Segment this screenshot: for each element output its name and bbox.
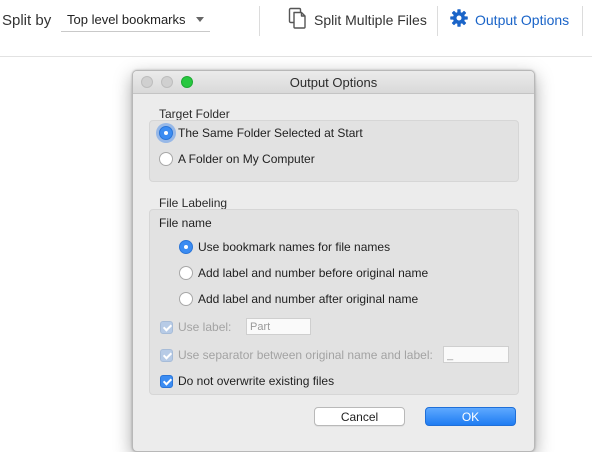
radio-button[interactable] (159, 152, 173, 166)
split-multiple-files-button[interactable]: Split Multiple Files (288, 7, 427, 34)
radio-label: The Same Folder Selected at Start (178, 126, 363, 140)
use-separator-checkbox[interactable] (160, 348, 173, 362)
radio-label-before-name[interactable]: Add label and number before original nam… (179, 266, 428, 280)
radio-button[interactable] (159, 126, 173, 140)
ok-button[interactable]: OK (425, 407, 516, 426)
toolbar: Split by Top level bookmarks Split Multi… (0, 0, 592, 46)
split-by-label: Split by (2, 12, 52, 29)
gear-icon (449, 8, 469, 33)
dialog-titlebar: Output Options (133, 71, 534, 94)
toolbar-divider (259, 6, 260, 36)
output-options-button[interactable]: Output Options (449, 8, 569, 32)
radio-label: Add label and number before original nam… (198, 266, 429, 280)
radio-button[interactable] (179, 240, 193, 254)
use-label-text: Use label: (178, 320, 232, 334)
use-separator-text: Use separator between original name and … (178, 348, 433, 362)
separator-input[interactable] (443, 346, 509, 363)
radio-folder-on-computer[interactable]: A Folder on My Computer (159, 152, 315, 166)
radio-label-after-name[interactable]: Add label and number after original name (179, 292, 418, 306)
toolbar-bottom-border (0, 56, 592, 57)
split-by-value: Top level bookmarks (67, 12, 186, 27)
output-options-dialog: Output Options Target Folder The Same Fo… (132, 70, 535, 452)
radio-label: A Folder on My Computer (178, 152, 315, 166)
use-label-checkbox[interactable] (160, 320, 173, 334)
cancel-button[interactable]: Cancel (314, 407, 405, 426)
no-overwrite-text: Do not overwrite existing files (178, 374, 335, 388)
use-label-option: Use label: (160, 320, 231, 334)
file-name-heading: File name (159, 216, 212, 230)
split-multiple-files-label: Split Multiple Files (314, 12, 427, 28)
toolbar-divider (582, 6, 583, 36)
radio-button[interactable] (179, 292, 193, 306)
radio-use-bookmark-names[interactable]: Use bookmark names for file names (179, 240, 390, 254)
no-overwrite-checkbox[interactable] (160, 374, 173, 388)
target-folder-label: Target Folder (159, 107, 230, 121)
chevron-down-icon (196, 17, 204, 22)
output-options-label: Output Options (475, 12, 570, 28)
radio-label: Use bookmark names for file names (198, 240, 391, 254)
file-labeling-label: File Labeling (159, 196, 228, 210)
use-label-input[interactable] (246, 318, 311, 335)
split-by-dropdown[interactable]: Top level bookmarks (61, 9, 210, 32)
radio-same-folder[interactable]: The Same Folder Selected at Start (159, 126, 363, 140)
dialog-title: Output Options (289, 75, 378, 90)
radio-label: Add label and number after original name (198, 292, 419, 306)
use-separator-option: Use separator between original name and … (160, 348, 433, 362)
radio-button[interactable] (179, 266, 193, 280)
no-overwrite-option: Do not overwrite existing files (160, 374, 334, 388)
documents-icon (288, 7, 308, 34)
toolbar-divider (437, 6, 438, 36)
